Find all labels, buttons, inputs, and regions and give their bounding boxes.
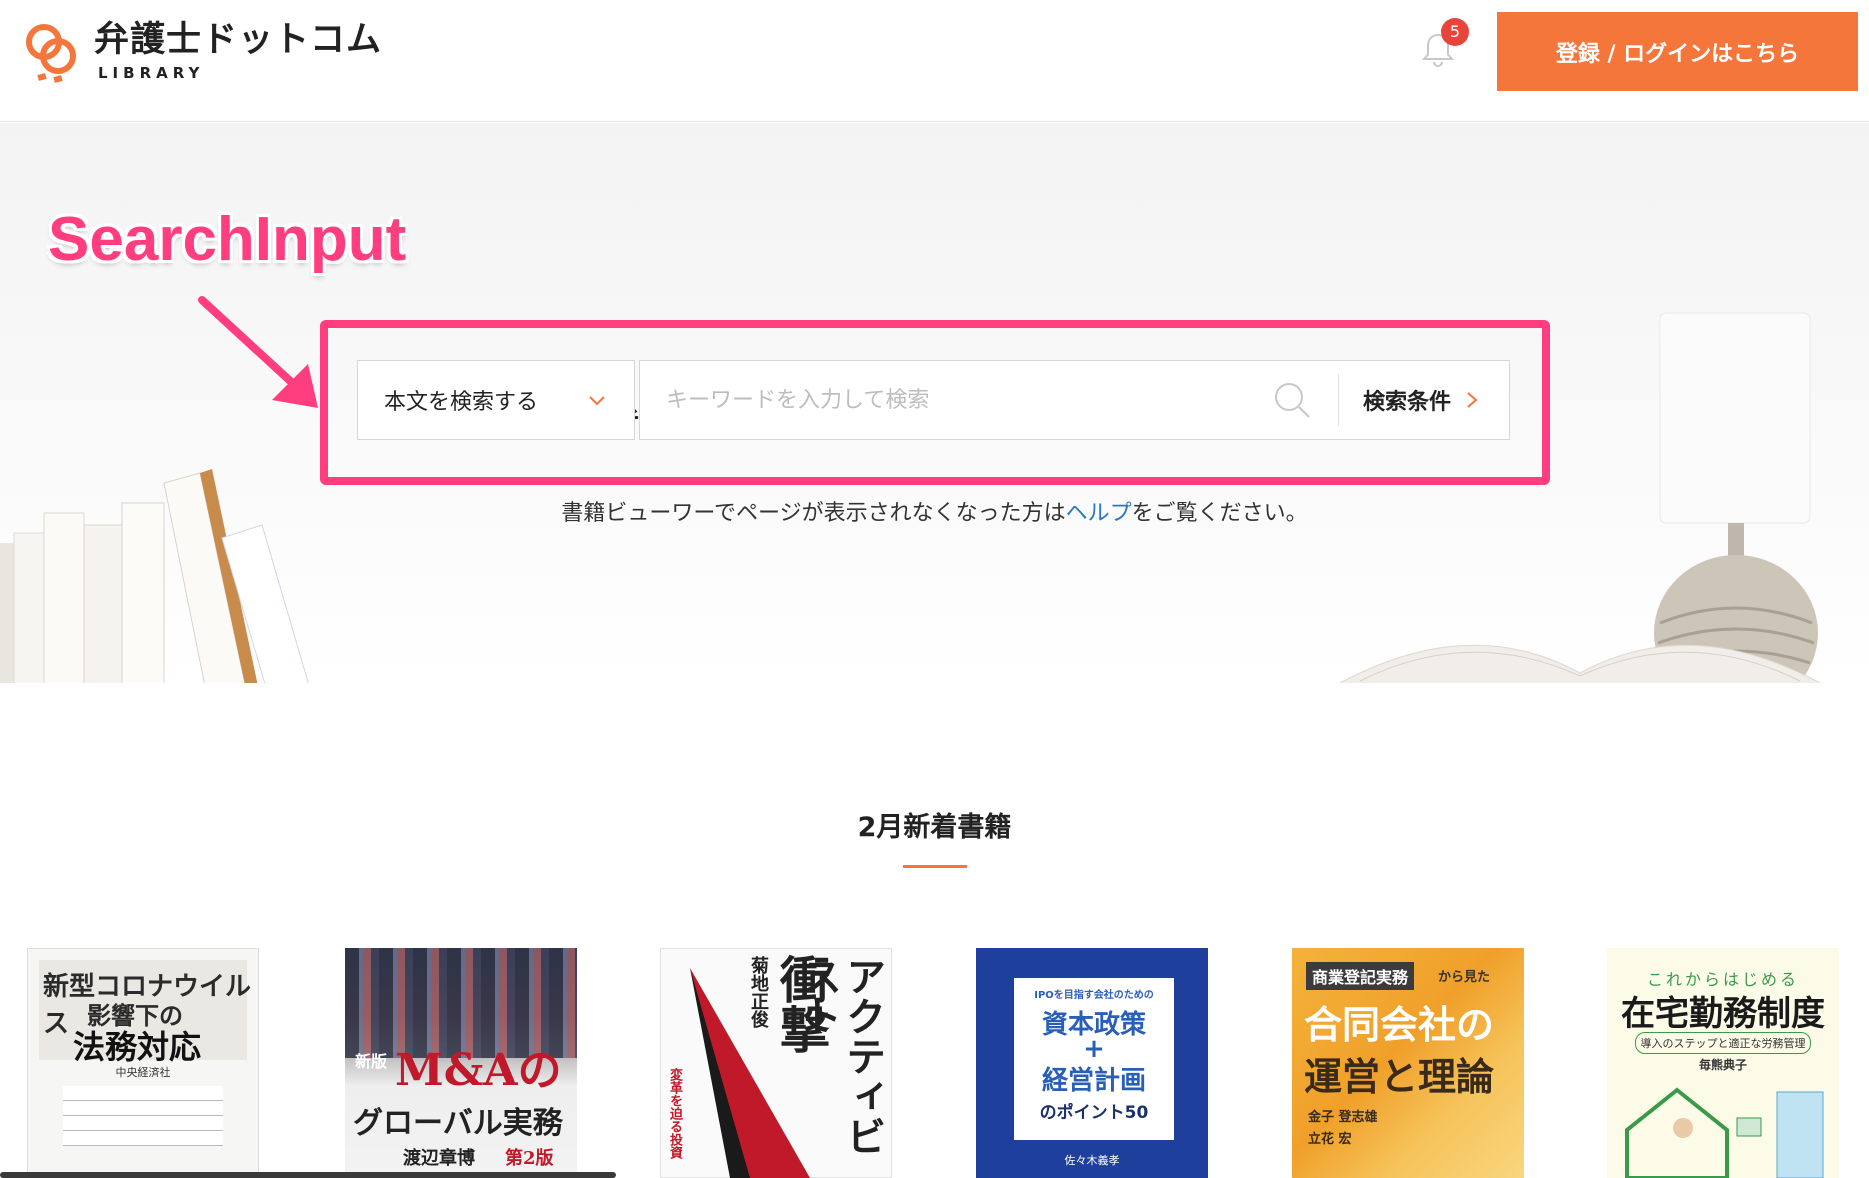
book-card[interactable]: 新版 M&Aの グローバル実務 渡辺章博 第2版 [345, 948, 577, 1178]
book-subtitle: 導入のステップと適正な労務管理 [1635, 1032, 1811, 1054]
help-notice: 書籍ビューワーでページが表示されなくなった方はヘルプをご覧ください。 [0, 495, 1869, 527]
book-card[interactable]: IPOを目指す会社のための 資本政策 + 経営計画 のポイント50 佐々木義孝 [976, 948, 1208, 1178]
annotation-arrow-icon [198, 296, 318, 408]
chevron-down-icon [589, 396, 605, 406]
book-toc-lines [63, 1086, 223, 1146]
book-title-line: グローバル実務 [353, 1106, 563, 1141]
book-title-line: 法務対応 [73, 1028, 202, 1066]
new-books-title: 2月新着書籍 [857, 812, 1012, 843]
notification-badge: 5 [1441, 18, 1469, 46]
book-subtitle: 変革を迫る投資 [667, 1068, 682, 1159]
login-button[interactable]: 登録 / ログインはこちら [1497, 12, 1858, 91]
search-input[interactable] [640, 361, 1272, 439]
book-edition: 新版 [355, 1052, 388, 1071]
section-title-underline [903, 865, 967, 868]
help-notice-prefix: 書籍ビューワーでページが表示されなくなった方は [561, 501, 1066, 526]
bottom-scrollbar[interactable] [0, 1172, 616, 1178]
book-card[interactable]: 商業登記実務 から見た 合同会社の 運営と理論 金子 登志雄 立花 宏 [1292, 948, 1524, 1178]
search-conditions-button[interactable]: 検索条件 [1339, 361, 1509, 439]
site-header: 弁護士ドットコム LIBRARY 5 登録 / ログインはこちら [0, 0, 1869, 122]
book-author: 佐々木義孝 [1064, 1154, 1120, 1167]
search-bar: 本文を検索する 検索条件 [357, 360, 1510, 440]
site-logo[interactable]: 弁護士ドットコム LIBRARY [24, 18, 382, 84]
help-link[interactable]: ヘルプ [1066, 501, 1132, 526]
book-title-line: 運営と理論 [1304, 1055, 1495, 1099]
book-title-line: 在宅勤務制度 [1621, 994, 1825, 1034]
book-title-line: 経営計画 [1041, 1066, 1146, 1096]
book-title-line: 衝撃 [772, 954, 831, 1054]
book-tag: 商業登記実務 [1306, 962, 1415, 990]
book-pre-title: IPOを目指す会社のための [1034, 990, 1154, 1001]
chevron-right-icon [1467, 392, 1478, 408]
search-conditions-label: 検索条件 [1363, 390, 1452, 415]
book-card[interactable]: これからはじめる 在宅勤務制度 導入のステップと適正な労務管理 毎熊典子 [1607, 948, 1839, 1178]
logo-title: 弁護士ドットコム [94, 20, 383, 60]
logo-subtitle: LIBRARY [98, 64, 205, 82]
book-author: 菊地正俊 [748, 956, 769, 1028]
search-icon[interactable] [1272, 380, 1312, 420]
annotation-label: SearchInput [48, 205, 407, 274]
book-edition-2: 第2版 [505, 1148, 554, 1169]
book-card[interactable]: 新型コロナウイルス 影響下の 法務対応 中央経済社 [27, 948, 259, 1178]
book-publisher: 中央経済社 [115, 1066, 171, 1079]
book-title-line: のポイント50 [1039, 1103, 1149, 1123]
book-tag-suffix: から見た [1438, 970, 1491, 985]
book-title-line: M&Aの [395, 1045, 562, 1096]
book-author: 毎熊典子 [1698, 1058, 1747, 1072]
search-field-container: 検索条件 [639, 360, 1510, 440]
search-scope-select[interactable]: 本文を検索する [357, 360, 635, 440]
book-cover-illustration [1625, 1087, 1824, 1178]
book-author: 金子 登志雄 [1308, 1110, 1378, 1125]
logo-icon [26, 24, 76, 83]
search-scope-label: 本文を検索する [384, 390, 539, 415]
book-author: 渡辺章博 [403, 1148, 475, 1169]
book-author: 立花 宏 [1308, 1132, 1352, 1147]
help-notice-suffix: をご覧ください。 [1131, 501, 1308, 526]
book-title-line: アクティビスト [795, 956, 886, 1156]
book-title-line: 合同会社の [1304, 1003, 1495, 1047]
book-card[interactable]: アクティビスト 衝撃 菊地正俊 変革を迫る投資 [660, 948, 892, 1178]
books-illustration [0, 469, 309, 683]
